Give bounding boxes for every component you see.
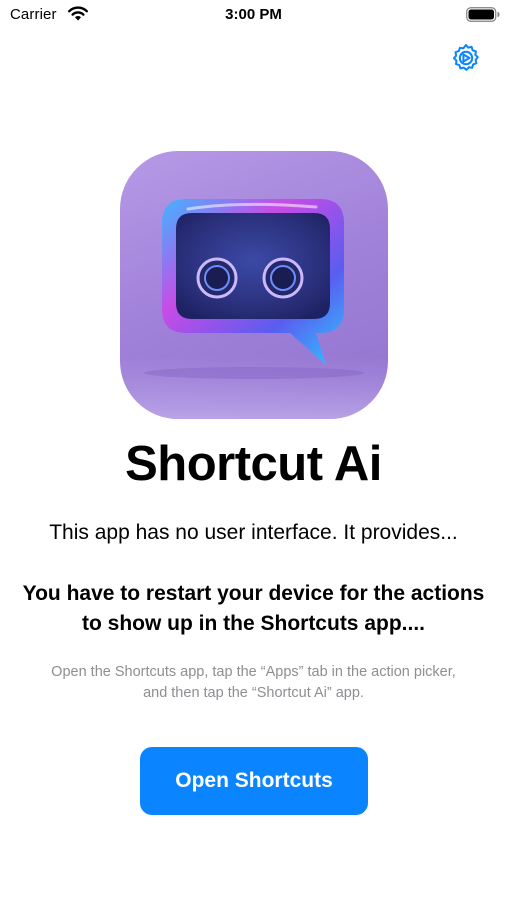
status-bar: Carrier 3:00 PM — [0, 0, 507, 30]
restart-note: You have to restart your device for the … — [22, 582, 485, 635]
gear-icon — [453, 44, 479, 71]
open-shortcuts-label: Open Shortcuts — [175, 769, 333, 792]
app-description: This app has no user interface. It provi… — [49, 521, 458, 544]
app-title: Shortcut Ai — [125, 437, 382, 491]
battery-full-icon — [466, 7, 500, 22]
instructions-hint: Open the Shortcuts app, tap the “Apps” t… — [51, 664, 456, 701]
clock-time: 3:00 PM — [225, 6, 282, 23]
chat-bubble-robot-icon — [120, 199, 388, 419]
open-shortcuts-button[interactable]: Open Shortcuts — [140, 747, 368, 815]
settings-button[interactable] — [449, 41, 483, 75]
app-icon — [120, 151, 388, 419]
